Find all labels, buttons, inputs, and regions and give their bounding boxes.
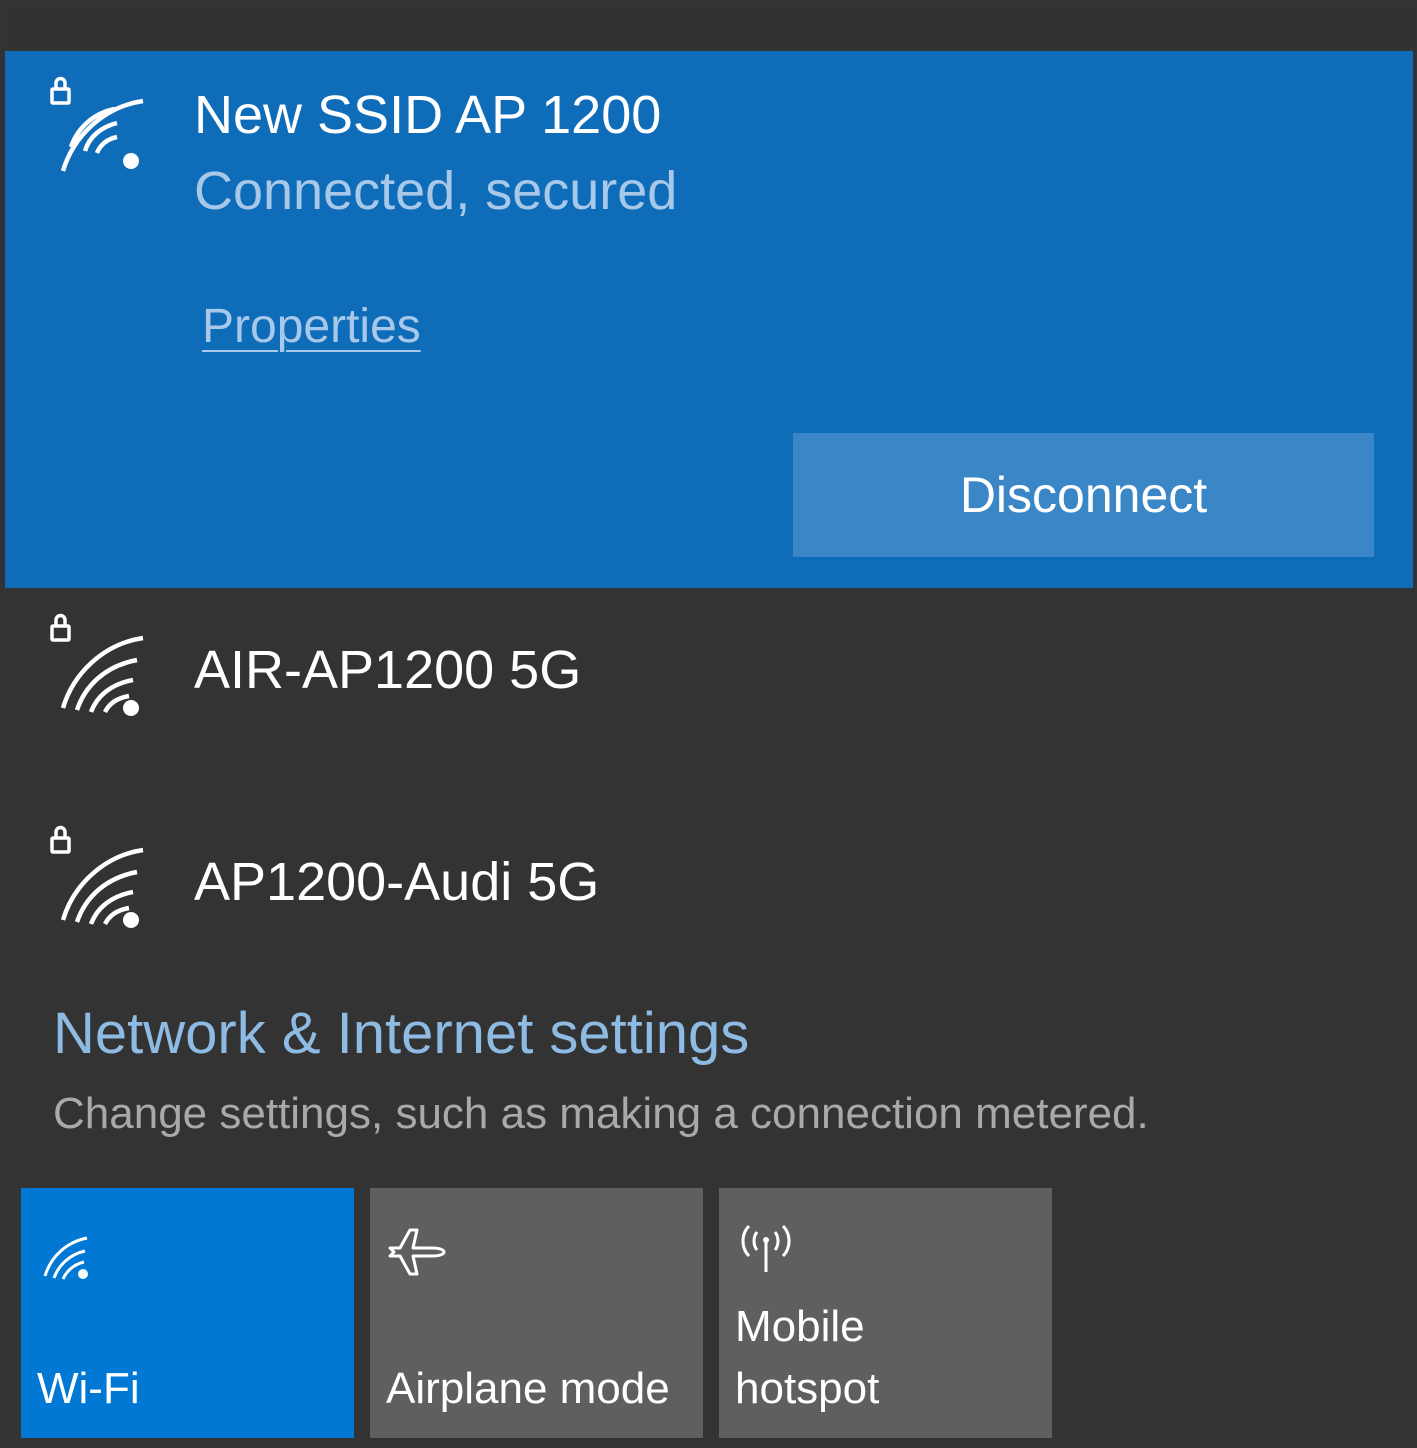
connected-network-status: Connected, secured	[194, 161, 678, 221]
wifi-secured-icon	[50, 76, 144, 172]
mobile-hotspot-tile[interactable]: Mobile hotspot	[719, 1188, 1052, 1438]
mobile-hotspot-label-line2: hotspot	[735, 1364, 880, 1413]
wifi-secured-icon	[50, 825, 144, 928]
connected-network-item[interactable]: New SSID AP 1200 Connected, secured Prop…	[5, 51, 1413, 588]
network-name: AIR-AP1200 5G	[194, 640, 582, 700]
mobile-hotspot-label-line1: Mobile	[735, 1302, 865, 1351]
disconnect-button[interactable]: Disconnect	[793, 433, 1374, 557]
wifi-secured-icon	[50, 613, 144, 716]
airplane-icon	[388, 1228, 446, 1276]
network-list-item[interactable]: AP1200-Audi 5G	[5, 800, 1413, 980]
mobile-hotspot-label: Mobile hotspot	[735, 1296, 879, 1420]
wifi-toggle-tile[interactable]: Wi-Fi	[21, 1188, 354, 1438]
wifi-tile-label: Wi-Fi	[37, 1364, 140, 1413]
airplane-mode-tile[interactable]: Airplane mode	[370, 1188, 703, 1438]
network-flyout: New SSID AP 1200 Connected, secured Prop…	[5, 5, 1413, 1448]
network-list-item[interactable]: AIR-AP1200 5G	[5, 588, 1413, 768]
mobile-hotspot-icon	[741, 1224, 791, 1272]
network-name: AP1200-Audi 5G	[194, 852, 600, 912]
network-settings-link[interactable]: Network & Internet settings	[53, 1001, 749, 1067]
network-settings-description: Change settings, such as making a connec…	[53, 1089, 1149, 1138]
properties-link[interactable]: Properties	[202, 299, 421, 355]
wifi-icon	[43, 1236, 88, 1280]
connected-network-name: New SSID AP 1200	[194, 85, 662, 145]
airplane-mode-label: Airplane mode	[386, 1364, 670, 1413]
flyout-top-strip	[5, 5, 1413, 51]
